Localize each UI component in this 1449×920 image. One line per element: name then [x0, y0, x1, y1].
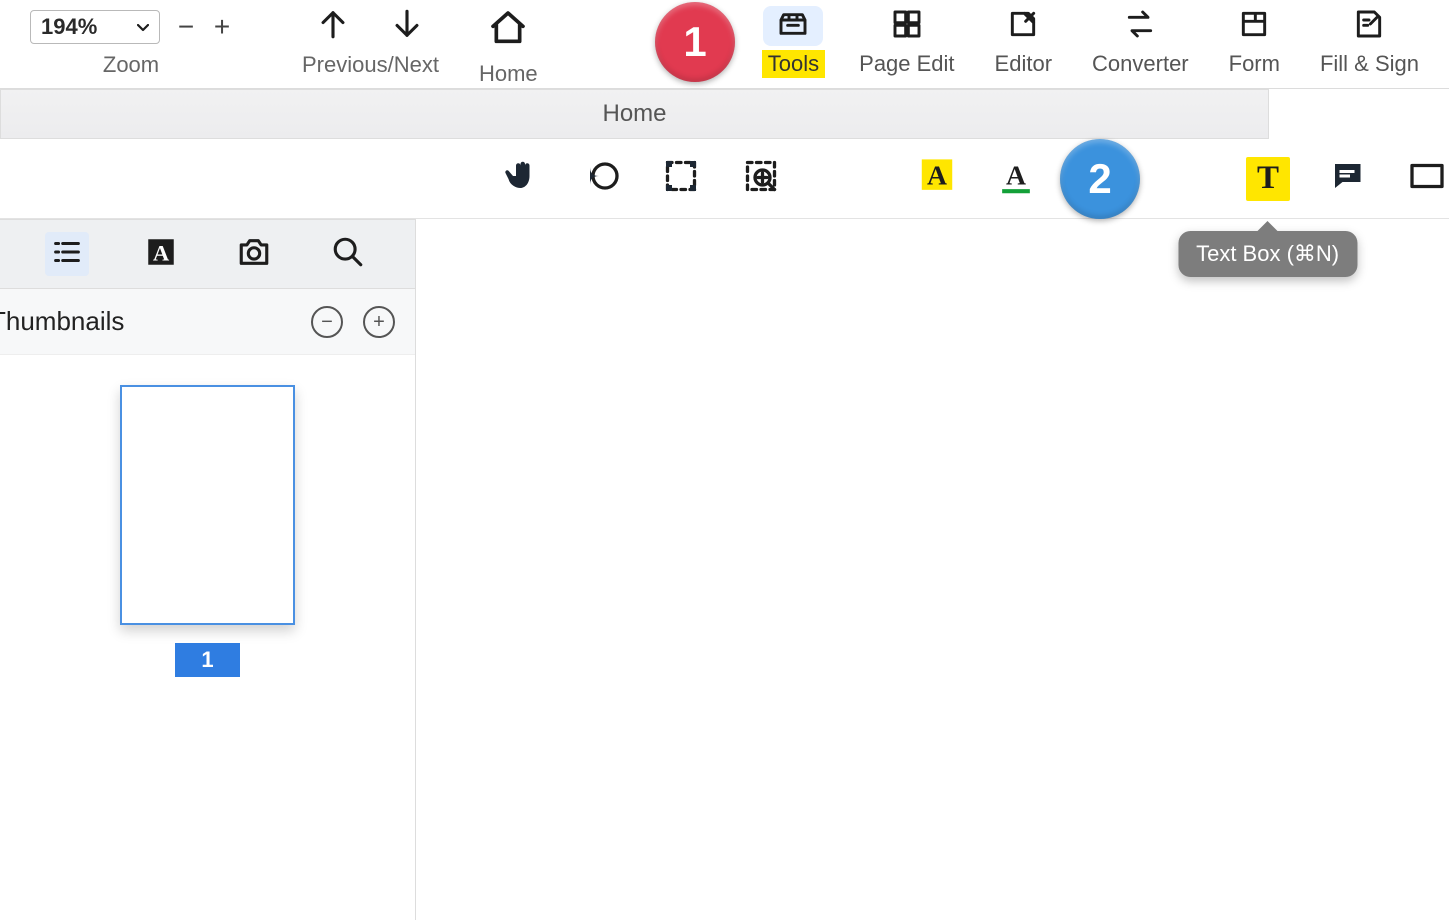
- tab-page-edit-label: Page Edit: [853, 50, 960, 78]
- breadcrumb-text: Home: [602, 100, 666, 128]
- note-icon: [1327, 158, 1367, 199]
- rectangle-icon: [1407, 158, 1447, 199]
- home-group: Home: [439, 0, 538, 87]
- convert-icon: [1122, 8, 1158, 45]
- breadcrumb[interactable]: Home: [0, 89, 1269, 139]
- svg-text:T: T: [1257, 160, 1279, 194]
- tab-fill-sign-label: Fill & Sign: [1314, 50, 1425, 78]
- page-thumbnail[interactable]: [120, 385, 295, 625]
- thumbnails-title: Thumbnails: [0, 306, 124, 337]
- side-tab-snapshots[interactable]: [232, 232, 276, 276]
- annotation-callout-1: 1: [655, 2, 735, 82]
- zoom-out-button[interactable]: −: [176, 13, 196, 41]
- tab-converter[interactable]: Converter: [1072, 6, 1209, 78]
- selection-icon: [582, 158, 622, 199]
- side-panel: A Thumbnails − + 1: [0, 219, 416, 920]
- toolbox-icon: [775, 8, 811, 45]
- document-canvas[interactable]: [416, 219, 1449, 920]
- main-area: A Thumbnails − + 1: [0, 219, 1449, 920]
- text-box-icon: T: [1248, 158, 1288, 199]
- tab-tools[interactable]: Tools: [748, 6, 839, 78]
- selection-tool[interactable]: [580, 157, 624, 201]
- chevron-down-icon: [137, 19, 149, 35]
- snapshot-tool[interactable]: [660, 157, 704, 201]
- breadcrumb-bar: Home: [0, 89, 1449, 139]
- thumbnail-list: 1: [0, 355, 415, 920]
- tab-tools-label: Tools: [762, 50, 825, 78]
- thumbnail-zoom-out[interactable]: −: [311, 306, 343, 338]
- tooltip: Text Box (⌘N): [1178, 231, 1357, 277]
- side-tab-thumbnails[interactable]: [45, 232, 89, 276]
- svg-text:A: A: [927, 159, 947, 190]
- edit-icon: [1005, 8, 1041, 45]
- grid-icon: [889, 8, 925, 45]
- marquee-icon: [661, 158, 701, 199]
- note-tool[interactable]: [1326, 157, 1370, 201]
- side-tab-bookmarks[interactable]: A: [139, 232, 183, 276]
- prev-next-label: Previous/Next: [302, 52, 439, 78]
- main-tabs: Tools Page Edit Editor: [748, 0, 1449, 78]
- tab-editor[interactable]: Editor: [975, 6, 1072, 78]
- tab-converter-label: Converter: [1086, 50, 1195, 78]
- previous-page-icon[interactable]: [316, 7, 350, 46]
- zoom-area-icon: [741, 158, 781, 199]
- tab-fill-sign[interactable]: Fill & Sign: [1300, 6, 1439, 78]
- underline-icon: A: [996, 158, 1036, 199]
- rectangle-tool[interactable]: [1405, 157, 1449, 201]
- next-page-icon[interactable]: [390, 7, 424, 46]
- search-icon: [331, 235, 365, 274]
- hand-icon: [502, 158, 542, 199]
- text-box-tool[interactable]: T Text Box (⌘N): [1246, 157, 1290, 201]
- svg-text:A: A: [152, 240, 169, 265]
- side-panel-tabs: A: [0, 219, 415, 289]
- prev-next-group: Previous/Next: [242, 0, 439, 78]
- annotation-callout-2: 2: [1060, 139, 1140, 219]
- tab-form-label: Form: [1223, 50, 1286, 78]
- tooltip-text: Text Box (⌘N): [1196, 241, 1339, 266]
- underline-tool[interactable]: A: [995, 157, 1039, 201]
- list-icon: [50, 235, 84, 274]
- zoom-label: Zoom: [103, 52, 159, 78]
- thumbnails-header: Thumbnails − +: [0, 289, 415, 355]
- form-icon: [1236, 8, 1272, 45]
- home-icon[interactable]: [488, 8, 528, 53]
- tab-form[interactable]: Form: [1209, 6, 1300, 78]
- svg-text:A: A: [1006, 159, 1026, 190]
- tools-ribbon: A A A T Text Box (⌘N): [0, 139, 1449, 219]
- camera-icon: [237, 235, 271, 274]
- highlight-tool[interactable]: A: [915, 157, 959, 201]
- zoom-area-tool[interactable]: [739, 157, 783, 201]
- zoom-value: 194%: [41, 14, 97, 40]
- zoom-group: 194% − + Zoom: [0, 0, 242, 78]
- highlight-icon: A: [917, 158, 957, 199]
- home-label: Home: [479, 61, 538, 87]
- tab-editor-label: Editor: [989, 50, 1058, 78]
- thumbnail-zoom-in[interactable]: +: [363, 306, 395, 338]
- hand-tool[interactable]: [500, 157, 544, 201]
- bookmark-a-icon: A: [144, 235, 178, 274]
- sign-icon: [1351, 8, 1387, 45]
- page-thumbnail-number: 1: [175, 643, 239, 677]
- zoom-in-button[interactable]: +: [212, 13, 232, 41]
- tab-page-edit[interactable]: Page Edit: [839, 6, 974, 78]
- side-tab-search[interactable]: [326, 232, 370, 276]
- zoom-select[interactable]: 194%: [30, 10, 160, 44]
